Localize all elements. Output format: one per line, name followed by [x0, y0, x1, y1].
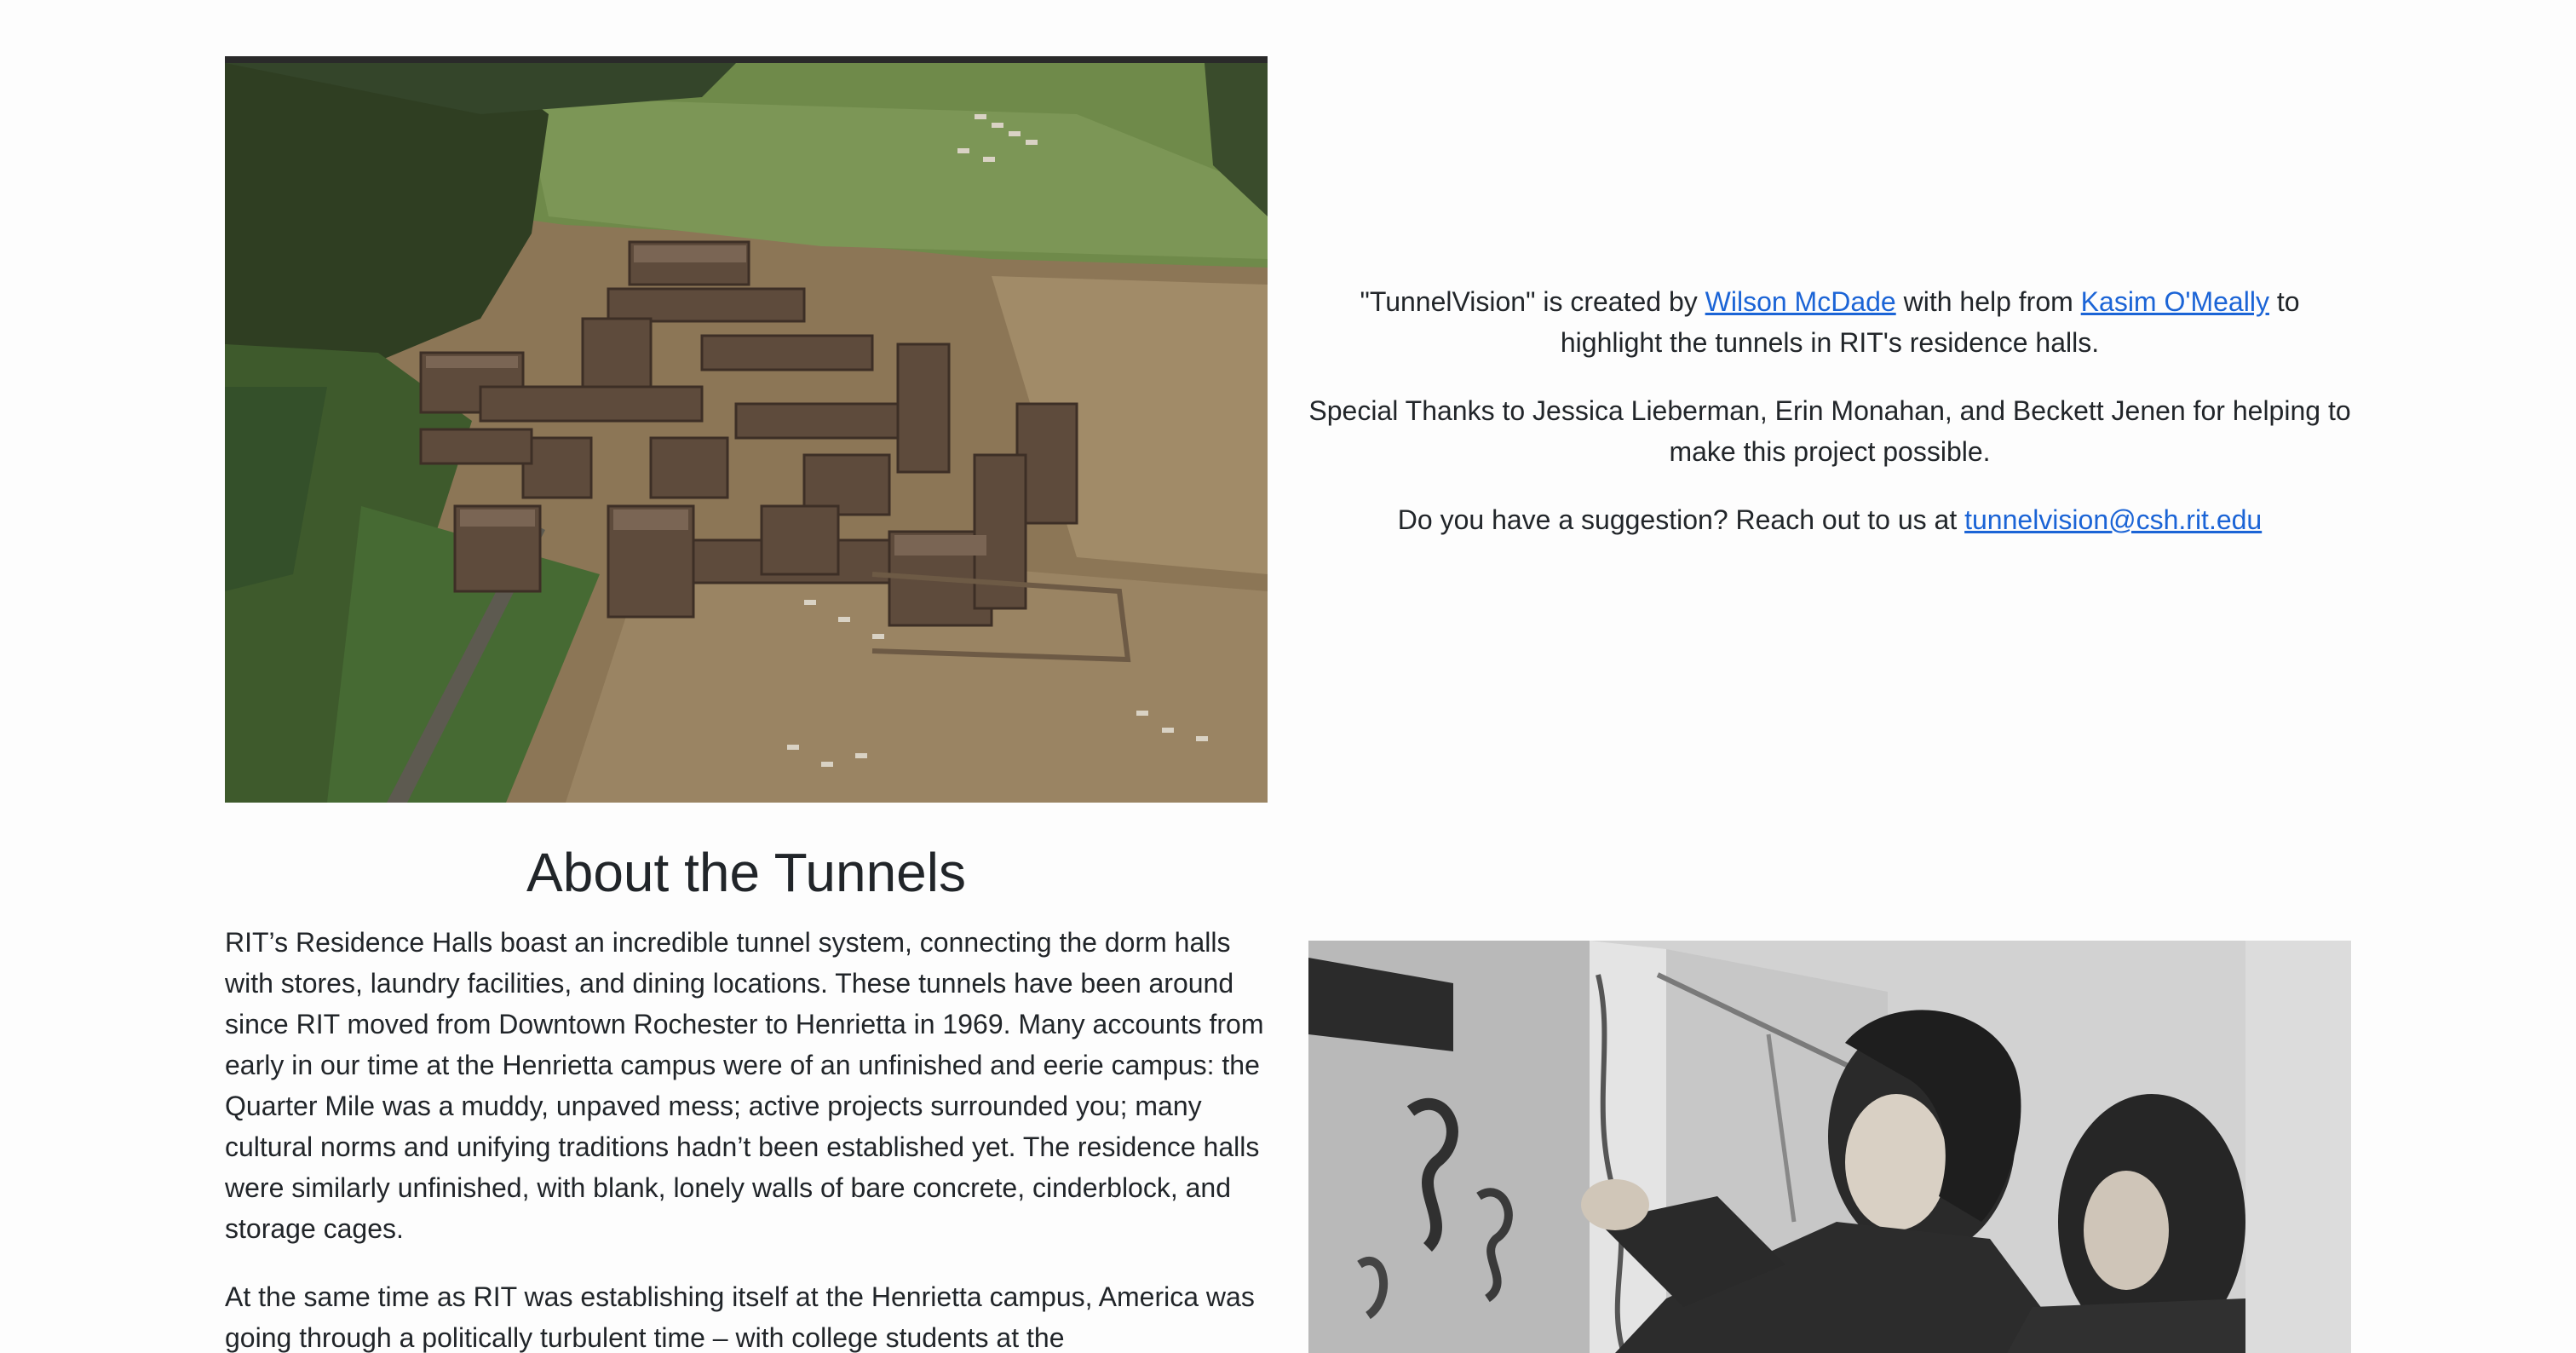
about-title: About the Tunnels — [526, 842, 966, 903]
students-painting-photo — [1308, 941, 2351, 1353]
suggestion-line: Do you have a suggestion? Reach out to u… — [1308, 499, 2351, 540]
email-link[interactable]: tunnelvision@csh.rit.edu — [1964, 504, 2262, 535]
about-paragraph-1: RIT’s Residence Halls boast an incredibl… — [225, 927, 1264, 1244]
aerial-construction-photo — [225, 56, 1268, 803]
about-body: RIT’s Residence Halls boast an incredibl… — [225, 922, 1268, 1353]
about-paragraph-2: At the same time as RIT was establishing… — [225, 1281, 1255, 1353]
credits-middle: with help from — [1895, 286, 2081, 317]
creator-link[interactable]: Wilson McDade — [1705, 286, 1896, 317]
helper-link[interactable]: Kasim O'Meally — [2081, 286, 2269, 317]
credits-line: "TunnelVision" is created by Wilson McDa… — [1308, 281, 2351, 363]
special-thanks: Special Thanks to Jessica Lieberman, Eri… — [1308, 395, 2351, 467]
page: "TunnelVision" is created by Wilson McDa… — [0, 0, 2576, 1353]
credits-section: "TunnelVision" is created by Wilson McDa… — [1308, 281, 2351, 567]
credits-prefix: "TunnelVision" is created by — [1360, 286, 1705, 317]
suggestion-prefix: Do you have a suggestion? Reach out to u… — [1397, 504, 1965, 535]
